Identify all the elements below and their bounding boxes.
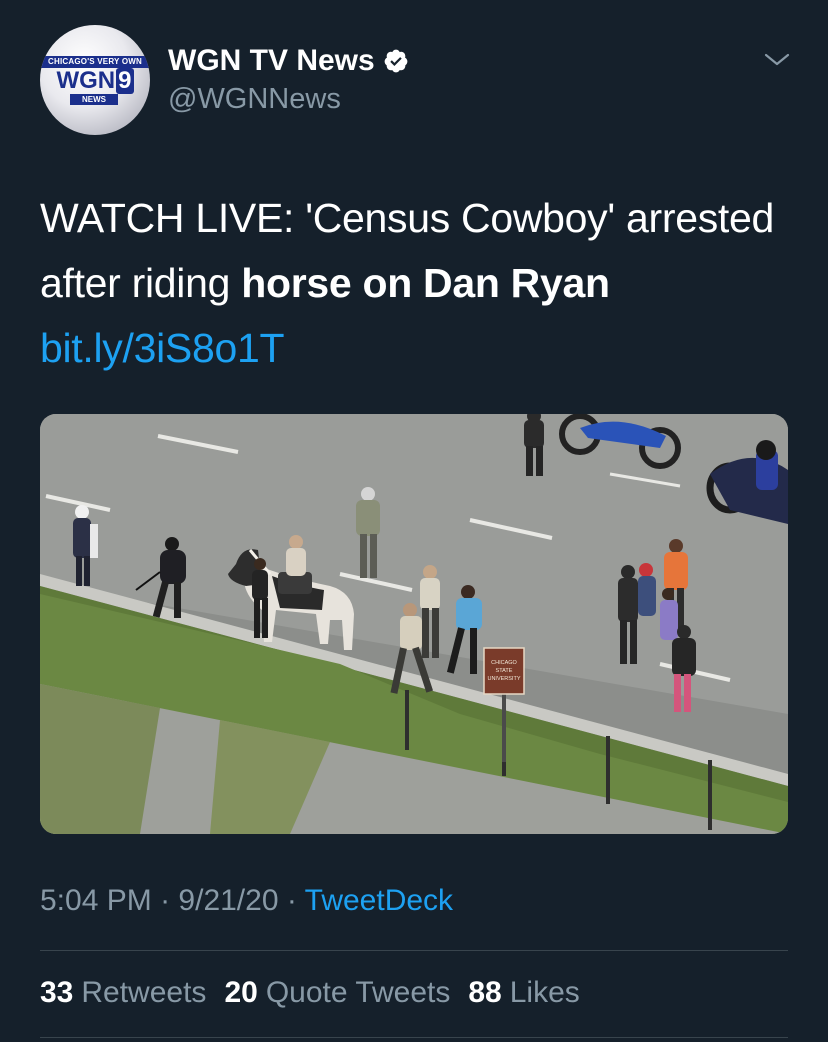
- university-sign-text: STATE: [496, 668, 513, 674]
- retweets-label: Retweets: [81, 976, 207, 1009]
- tweet-media-image[interactable]: CHICAGO STATE UNIVERSITY: [40, 414, 788, 834]
- avatar-logo: WGN 9: [44, 68, 146, 94]
- meta-separator: ·: [160, 884, 171, 917]
- fence-post: [708, 760, 712, 830]
- tweet-date[interactable]: 9/21/20: [178, 884, 278, 917]
- tweet-link[interactable]: bit.ly/3iS8o1T: [40, 325, 285, 371]
- tweet-text-bold: horse on Dan Ryan: [241, 260, 610, 306]
- avatar[interactable]: CHICAGO'S VERY OWN WGN 9 NEWS: [40, 25, 150, 135]
- avatar-logo-number: 9: [116, 67, 134, 94]
- tweet-meta: 5:04 PM · 9/21/20 · TweetDeck: [40, 884, 453, 918]
- university-sign-text: CHICAGO: [491, 660, 517, 666]
- chevron-down-icon[interactable]: [762, 47, 792, 71]
- avatar-news-text: NEWS: [70, 94, 118, 105]
- tweet-source-link[interactable]: TweetDeck: [305, 884, 453, 917]
- quote-tweets-count: 20: [224, 976, 258, 1009]
- tweet-time[interactable]: 5:04 PM: [40, 884, 152, 917]
- media-scene: CHICAGO STATE UNIVERSITY: [40, 414, 788, 834]
- tweet-header: CHICAGO'S VERY OWN WGN 9 NEWS WGN TV News…: [40, 25, 800, 137]
- retweets-stat[interactable]: 33 Retweets: [40, 976, 206, 1010]
- divider: [40, 950, 788, 951]
- likes-count: 88: [468, 976, 502, 1009]
- display-name[interactable]: WGN TV News: [168, 44, 375, 78]
- retweets-count: 33: [40, 976, 74, 1009]
- fence-post: [405, 690, 409, 750]
- engagement-stats: 33 Retweets 20 Quote Tweets 88 Likes: [40, 976, 598, 1010]
- divider: [40, 1037, 788, 1038]
- university-sign-text: UNIVERSITY: [487, 676, 520, 682]
- fence-post: [606, 736, 610, 804]
- name-row: WGN TV News: [168, 43, 409, 79]
- avatar-logo-text: WGN: [56, 67, 116, 94]
- user-handle[interactable]: @WGNNews: [168, 83, 341, 116]
- tweet-text: WATCH LIVE: 'Census Cowboy' arrested aft…: [40, 186, 800, 381]
- wall-vines: [40, 684, 160, 834]
- quote-tweets-label: Quote Tweets: [265, 976, 451, 1009]
- likes-stat[interactable]: 88 Likes: [468, 976, 579, 1010]
- meta-separator: ·: [286, 884, 297, 917]
- likes-label: Likes: [509, 976, 580, 1009]
- verified-badge-icon: [384, 49, 408, 73]
- quote-tweets-stat[interactable]: 20 Quote Tweets: [224, 976, 450, 1010]
